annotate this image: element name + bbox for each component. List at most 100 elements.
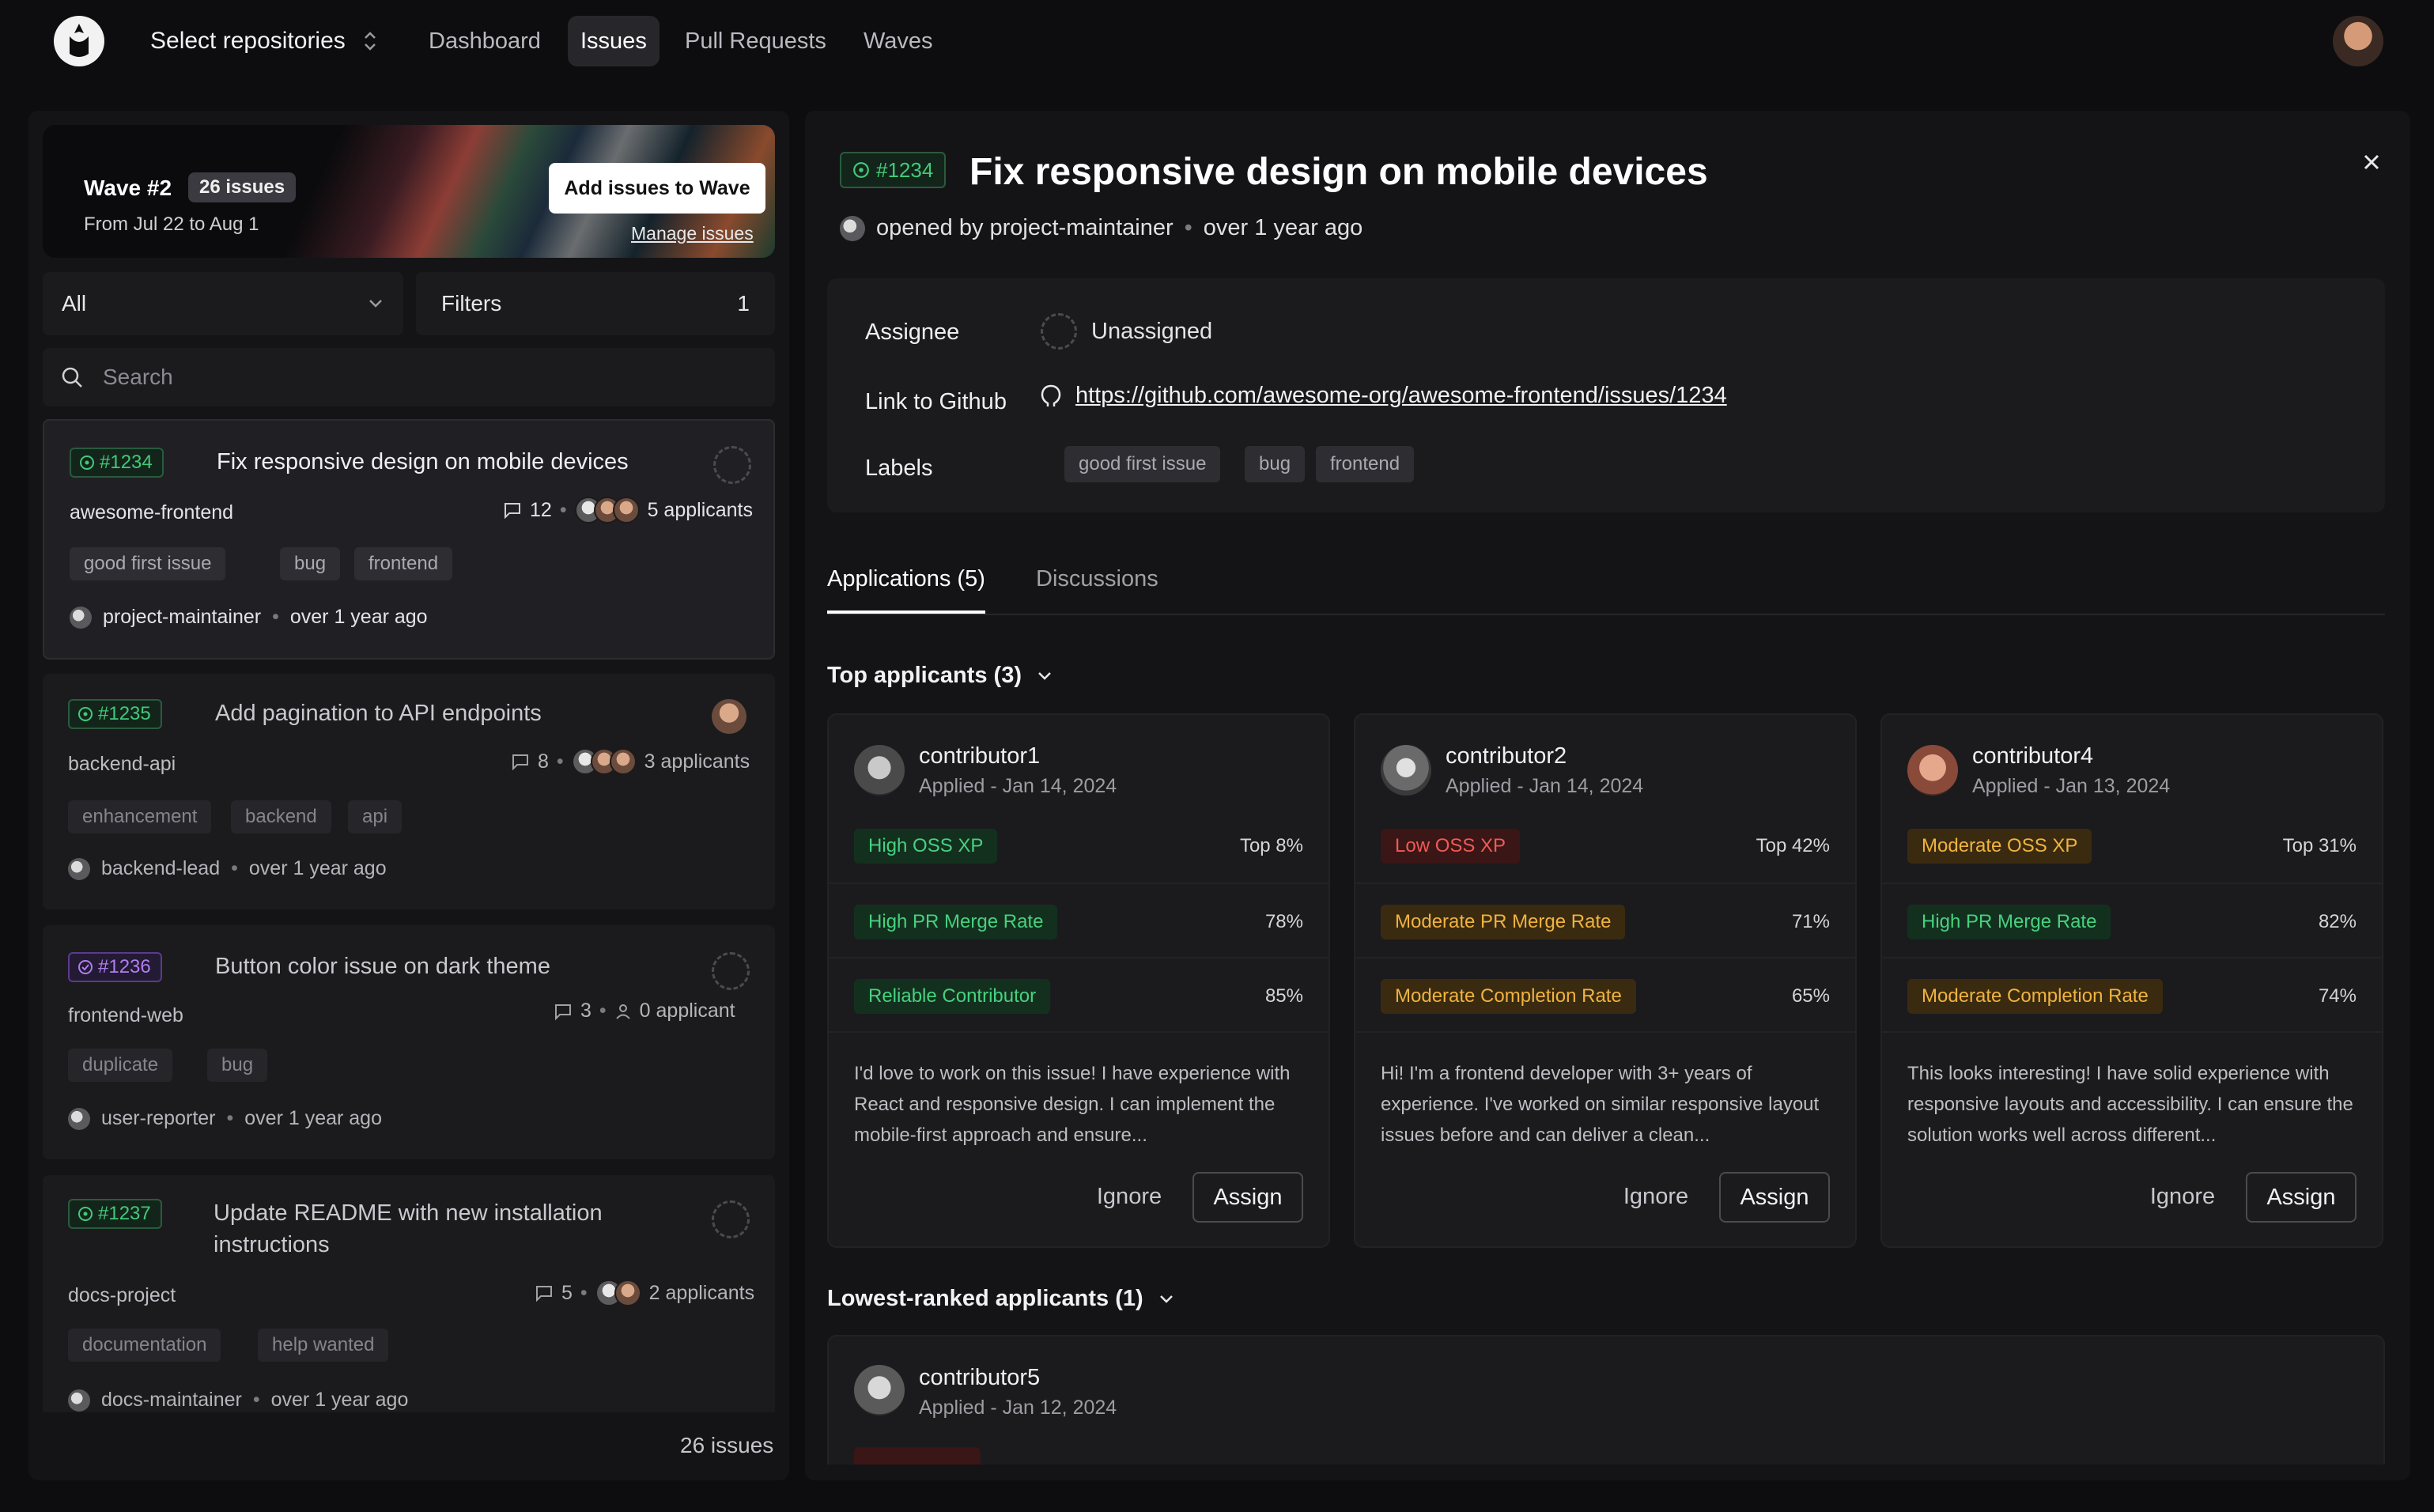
issue-number: #1235 <box>98 703 151 724</box>
metric-row: Moderate Completion Rate 65% <box>1355 957 1855 1031</box>
label-tag: api <box>348 800 403 833</box>
issue-title: Update README with new installation inst… <box>214 1200 603 1257</box>
label-tag: bug <box>1245 446 1306 482</box>
assign-button[interactable]: Assign <box>1719 1172 1830 1223</box>
issue-author: backend-lead • over 1 year ago <box>68 857 387 880</box>
label-tag: frontend <box>354 547 453 580</box>
metric-row: Moderate Completion Rate 74% <box>1882 957 2382 1031</box>
issue-repo: frontend-web <box>68 1004 183 1026</box>
applicant-count: 3 applicants <box>644 750 750 773</box>
assignee-avatar <box>712 699 746 734</box>
applicant-avatar <box>854 745 905 796</box>
search-icon <box>62 367 82 387</box>
detail-title: Fix responsive design on mobile devices <box>969 151 1708 193</box>
issue-author: project-maintainer • over 1 year ago <box>70 606 428 629</box>
app-logo[interactable] <box>54 16 104 66</box>
comment-icon <box>555 1004 571 1020</box>
comment-count: 12 <box>530 498 552 521</box>
author-avatar <box>68 1107 90 1130</box>
metric-value: 85% <box>1264 985 1303 1007</box>
issue-number: #1237 <box>98 1203 151 1224</box>
wave-banner: Wave #2 26 issues From Jul 22 to Aug 1 A… <box>43 125 775 258</box>
applicant-date: Applied - Jan 12, 2024 <box>919 1397 1117 1419</box>
issue-card-1237[interactable]: #1237 Update README with new installatio… <box>43 1175 775 1444</box>
github-link-url[interactable]: https://github.com/awesome-org/awesome-f… <box>1075 383 1727 409</box>
applicant-card-contributor5: contributor5 Applied - Jan 12, 2024 <box>827 1335 2385 1480</box>
metric-value: Top 8% <box>1239 835 1303 856</box>
tab-applications[interactable]: Applications (5) <box>827 566 985 614</box>
metric-badge: Moderate Completion Rate <box>1907 979 2163 1014</box>
github-link[interactable]: https://github.com/awesome-org/awesome-f… <box>1041 383 1727 409</box>
assignee-value[interactable]: Unassigned <box>1041 313 1212 350</box>
author-name: user-reporter <box>101 1107 216 1129</box>
assign-button[interactable]: Assign <box>2246 1172 2357 1223</box>
nav-issues[interactable]: Issues <box>568 16 660 66</box>
comment-icon <box>505 503 520 519</box>
separator-dot: • <box>556 750 564 773</box>
issue-title: Fix responsive design on mobile devices <box>217 449 629 474</box>
metric-row: Moderate PR Merge Rate 71% <box>1355 883 1855 957</box>
detail-issue-number: #1234 <box>876 157 934 182</box>
metric-row: Reliable Contributor 85% <box>829 957 1328 1031</box>
issues-total-count: 26 issues <box>680 1433 774 1457</box>
unassigned-avatar-icon <box>712 952 750 990</box>
nav-waves[interactable]: Waves <box>851 16 946 66</box>
status-select-value: All <box>62 291 87 316</box>
label-tag: backend <box>231 800 331 833</box>
search-input[interactable]: Search <box>43 348 775 406</box>
label-tag: frontend <box>1316 446 1415 482</box>
top-applicants-header[interactable]: Top applicants (3) <box>827 663 1053 689</box>
applicant-message: This looks interesting! I have solid exp… <box>1907 1063 2353 1146</box>
metric-row: High PR Merge Rate 78% <box>829 883 1328 957</box>
divider <box>1882 1031 2382 1033</box>
metric-badge: Moderate Completion Rate <box>1381 979 1636 1014</box>
logo-icon <box>55 17 103 65</box>
filters-count: 1 <box>737 291 750 316</box>
lowest-applicants-title: Lowest-ranked applicants (1) <box>827 1286 1143 1311</box>
label-tag: help wanted <box>258 1329 389 1362</box>
metric-badge: Moderate OSS XP <box>1907 829 2092 864</box>
separator-dot: • <box>231 857 238 879</box>
issue-number-badge: #1235 <box>68 699 162 729</box>
metric-badge: Low OSS XP <box>1381 829 1521 864</box>
issue-card-1234[interactable]: #1234 Fix responsive design on mobile de… <box>43 419 775 660</box>
issue-meta: 3 • 0 applicant <box>554 1000 735 1022</box>
issue-time: over 1 year ago <box>244 1107 382 1129</box>
ignore-button[interactable]: Ignore <box>1082 1172 1177 1221</box>
applicant-message: I'd love to work on this issue! I have e… <box>854 1063 1291 1146</box>
add-issues-to-wave-button[interactable]: Add issues to Wave <box>549 163 765 214</box>
repository-selector[interactable]: Select repositories <box>150 24 377 59</box>
issue-card-1235[interactable]: #1235 Add pagination to API endpoints ba… <box>43 674 775 909</box>
close-button[interactable] <box>2361 149 2382 180</box>
ignore-button[interactable]: Ignore <box>2135 1172 2230 1221</box>
applicant-avatar <box>854 1365 905 1416</box>
filters-button[interactable]: Filters 1 <box>416 272 775 335</box>
top-navigation: Select repositories Dashboard Issues Pul… <box>0 0 2434 82</box>
issue-title: Add pagination to API endpoints <box>215 701 542 726</box>
applicant-card-contributor1: contributor1 Applied - Jan 14, 2024 High… <box>827 713 1330 1248</box>
issue-number-badge: #1236 <box>68 952 162 982</box>
nav-dashboard[interactable]: Dashboard <box>416 16 554 66</box>
ignore-button[interactable]: Ignore <box>1608 1172 1703 1221</box>
wave-title: Wave #2 <box>84 176 172 200</box>
user-avatar[interactable] <box>2333 16 2383 66</box>
applicant-date: Applied - Jan 13, 2024 <box>1972 775 2171 797</box>
manage-issues-link[interactable]: Manage issues <box>631 223 754 244</box>
issue-time: over 1 year ago <box>270 1389 409 1411</box>
github-link-label: Link to Github <box>865 389 1007 414</box>
status-select[interactable]: All <box>43 272 403 335</box>
author-avatar <box>70 606 92 629</box>
tab-discussions[interactable]: Discussions <box>1036 566 1158 614</box>
metric-value: 71% <box>1791 911 1830 932</box>
metric-row: High OSS XP Top 8% <box>829 808 1328 883</box>
issue-repo: backend-api <box>68 753 176 775</box>
separator-dot: • <box>226 1107 234 1129</box>
separator-dot: • <box>272 606 279 628</box>
applicant-count: 0 applicant <box>639 1000 735 1022</box>
assign-button[interactable]: Assign <box>1192 1172 1303 1223</box>
nav-pull-requests[interactable]: Pull Requests <box>672 16 839 66</box>
lowest-applicants-header[interactable]: Lowest-ranked applicants (1) <box>827 1286 1175 1312</box>
metric-row: Moderate OSS XP Top 31% <box>1882 808 2382 883</box>
issue-card-1236[interactable]: #1236 Button color issue on dark theme f… <box>43 925 775 1159</box>
open-issue-icon <box>78 707 93 721</box>
